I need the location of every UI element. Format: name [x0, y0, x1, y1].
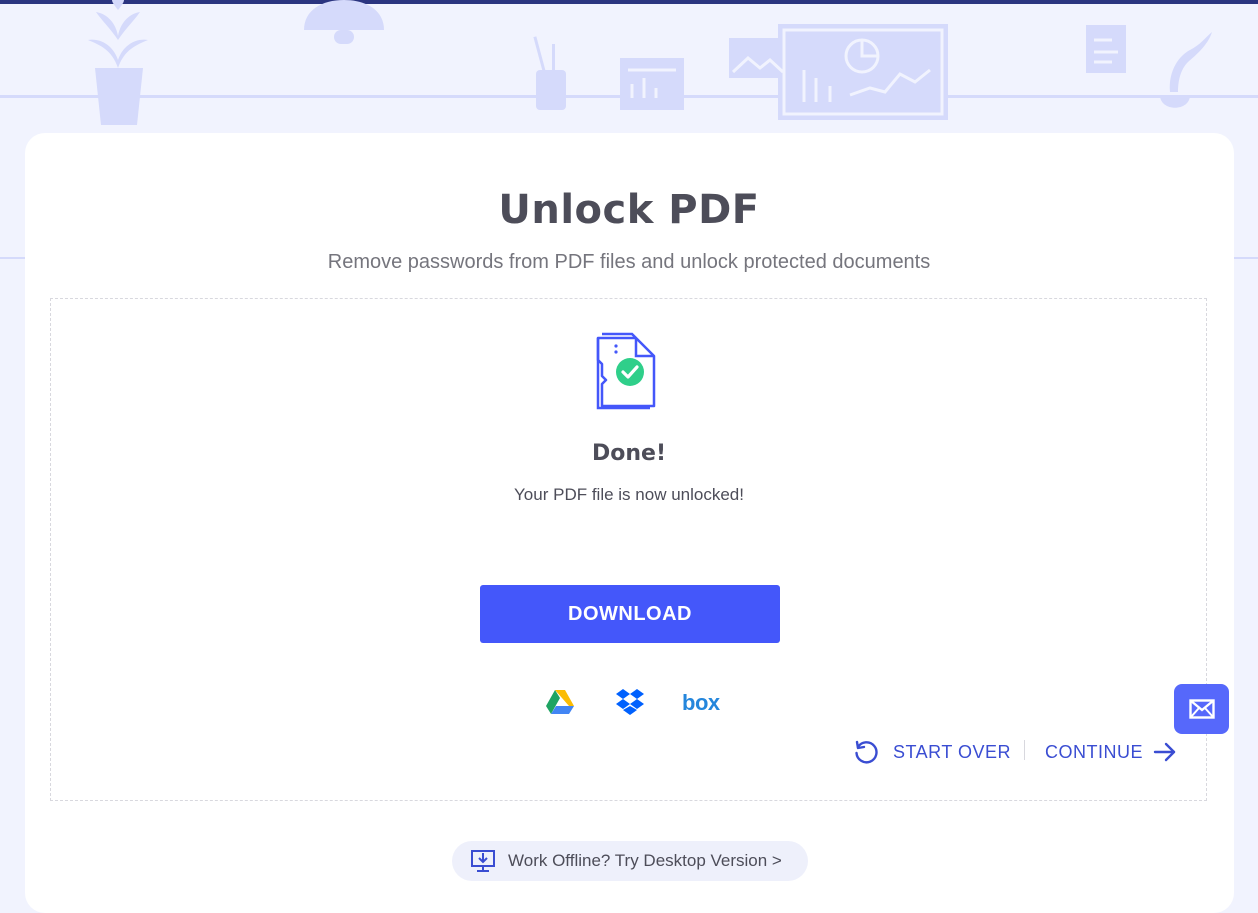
box-logo[interactable]: box — [682, 690, 720, 716]
dropbox-icon[interactable] — [615, 688, 645, 716]
feedback-mail-button[interactable] — [1174, 684, 1229, 734]
action-divider — [1024, 740, 1025, 760]
arrow-right-icon — [1153, 742, 1176, 762]
page-title: Unlock PDF — [498, 187, 760, 233]
result-message: Your PDF file is now unlocked! — [514, 485, 744, 504]
pdf-unlocked-check-icon — [596, 332, 656, 410]
mail-icon — [1188, 699, 1215, 719]
desktop-download-icon — [471, 850, 495, 872]
continue-label: CONTINUE — [1045, 741, 1143, 762]
header-decoration-illustration — [88, 0, 1212, 125]
google-drive-icon[interactable] — [546, 688, 574, 714]
desktop-version-label: Work Offline? Try Desktop Version > — [508, 851, 782, 870]
start-over-label: START OVER — [893, 741, 1012, 762]
result-heading: Done! — [592, 441, 666, 466]
page-subtitle: Remove passwords from PDF files and unlo… — [327, 251, 931, 273]
download-button[interactable]: DOWNLOAD — [480, 585, 780, 643]
continue-button[interactable]: CONTINUE — [1045, 740, 1177, 764]
restart-icon — [855, 740, 878, 764]
start-over-button[interactable]: START OVER — [853, 740, 1011, 764]
desktop-version-link[interactable]: Work Offline? Try Desktop Version > — [452, 841, 808, 881]
